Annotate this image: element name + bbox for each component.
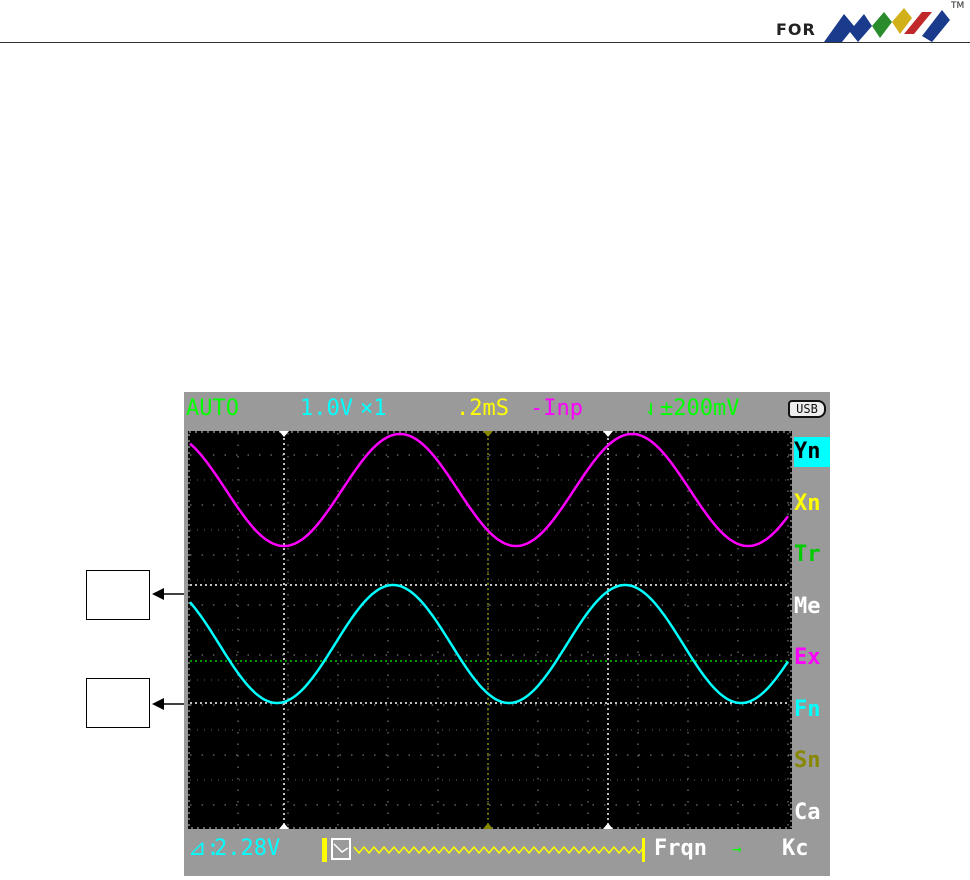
brand-logo [824, 8, 950, 42]
trademark-label: TM [951, 1, 965, 11]
channel-b-waveform [189, 583, 790, 705]
delta-readout[interactable]: 2.28V [214, 832, 280, 866]
channel-a-waveform [189, 432, 790, 548]
menu-item-sn[interactable]: Sn [794, 746, 830, 776]
memory-bar [322, 838, 645, 862]
menu-item-me[interactable]: Me [794, 592, 830, 622]
frequency-label[interactable]: Frqn [654, 832, 707, 866]
status-bar: AUTO 1.0V ×1 .2mS -Inp ⇃ ±200mV USB [184, 392, 830, 426]
waveform-screen[interactable] [188, 431, 792, 829]
cursor-arrow-icon: → [732, 839, 742, 858]
callout-box-upper [86, 570, 150, 620]
time-div-readout[interactable]: .2mS [456, 392, 509, 426]
volt-div-readout[interactable]: 1.0V [300, 392, 353, 426]
menu-item-yn[interactable]: Yn [794, 437, 830, 467]
oscilloscope-display: AUTO 1.0V ×1 .2mS -Inp ⇃ ±200mV USB Yn Xn… [184, 392, 830, 876]
units-readout: Kc [782, 836, 809, 861]
graticule [188, 431, 792, 829]
menu-item-ca[interactable]: Ca [794, 798, 830, 828]
screen-markers [190, 431, 790, 829]
probe-readout[interactable]: ×1 [360, 392, 387, 426]
bottom-bar: ⊿: 2.28V Frqn → Kc [184, 832, 830, 866]
usb-icon: USB [788, 400, 826, 418]
trigger-source-readout[interactable]: -Inp [530, 392, 583, 426]
menu-item-fn[interactable]: Fn [794, 695, 830, 725]
side-menu: Yn Xn Tr Me Ex Fn Sn Ca [794, 431, 830, 829]
mode-readout[interactable]: AUTO [186, 392, 239, 426]
trigger-edge-icon: ⇃ [644, 396, 658, 421]
callout-box-lower [86, 678, 150, 728]
trigger-level-readout[interactable]: ±200mV [660, 392, 739, 426]
menu-item-xn[interactable]: Xn [794, 489, 830, 519]
menu-item-ex[interactable]: Ex [794, 643, 830, 673]
menu-item-tr[interactable]: Tr [794, 540, 830, 570]
header-rule [0, 42, 970, 43]
